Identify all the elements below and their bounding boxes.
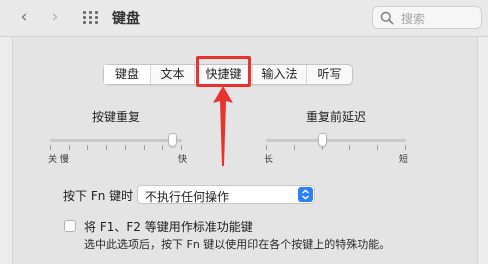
slider-tick xyxy=(87,145,89,150)
repeat-delay-min-label: 长 xyxy=(264,155,274,165)
standard-fkeys-description: 选中此选项后，按下 Fn 键以使用印在各个按键上的特殊功能。 xyxy=(84,238,391,251)
fn-key-selected-value: 不执行任何操作 xyxy=(145,190,230,204)
chevron-left-icon: ‹ xyxy=(20,7,28,27)
slider-tick xyxy=(162,145,164,150)
tab-dictation[interactable]: 听写 xyxy=(306,65,352,84)
highlight-arrow-icon xyxy=(213,86,233,166)
search-placeholder: 搜索 xyxy=(401,12,426,26)
slider-tick xyxy=(405,145,406,150)
slider-tick xyxy=(266,145,267,150)
show-all-grid-icon[interactable] xyxy=(83,11,99,24)
slider-tick xyxy=(106,145,108,150)
shortcuts-highlight-box xyxy=(196,56,251,87)
key-repeat-min-label: 关 慢 xyxy=(48,155,69,165)
window-toolbar: ‹ › 键盘 搜索 xyxy=(0,0,488,37)
slider-tick xyxy=(50,145,51,150)
slider-tick xyxy=(68,145,70,150)
standard-fkeys-label: 将 F1、F2 等键用作标准功能键 xyxy=(84,220,253,234)
window-title: 键盘 xyxy=(112,11,140,27)
slider-tick xyxy=(377,145,379,150)
fn-key-popup[interactable]: 不执行任何操作 xyxy=(137,185,315,204)
tab-keyboard[interactable]: 键盘 xyxy=(104,65,150,84)
key-repeat-label: 按键重复 xyxy=(92,110,141,124)
fn-key-label: 按下 Fn 键时 xyxy=(63,189,134,203)
key-repeat-max-label: 快 xyxy=(178,155,188,165)
popup-stepper-icon xyxy=(298,187,313,202)
forward-button[interactable]: › xyxy=(44,7,66,27)
slider-tick xyxy=(124,145,126,150)
search-field[interactable]: 搜索 xyxy=(372,6,482,29)
tab-input-sources[interactable]: 输入法 xyxy=(252,65,306,84)
slider-tick xyxy=(293,145,295,150)
slider-tick xyxy=(349,145,351,150)
back-button[interactable]: ‹ xyxy=(13,7,35,27)
repeat-delay-max-label: 短 xyxy=(399,155,409,165)
repeat-delay-label: 重复前延迟 xyxy=(306,110,367,124)
repeat-delay-track xyxy=(266,139,406,142)
repeat-delay-slider[interactable] xyxy=(317,133,327,147)
search-icon xyxy=(380,11,394,25)
key-repeat-track xyxy=(50,139,182,142)
slider-tick xyxy=(181,145,182,150)
slider-tick xyxy=(143,145,145,150)
chevron-right-icon: › xyxy=(51,7,59,27)
key-repeat-slider[interactable] xyxy=(168,133,178,147)
tab-text[interactable]: 文本 xyxy=(150,65,194,84)
standard-fkeys-checkbox[interactable] xyxy=(64,220,76,232)
